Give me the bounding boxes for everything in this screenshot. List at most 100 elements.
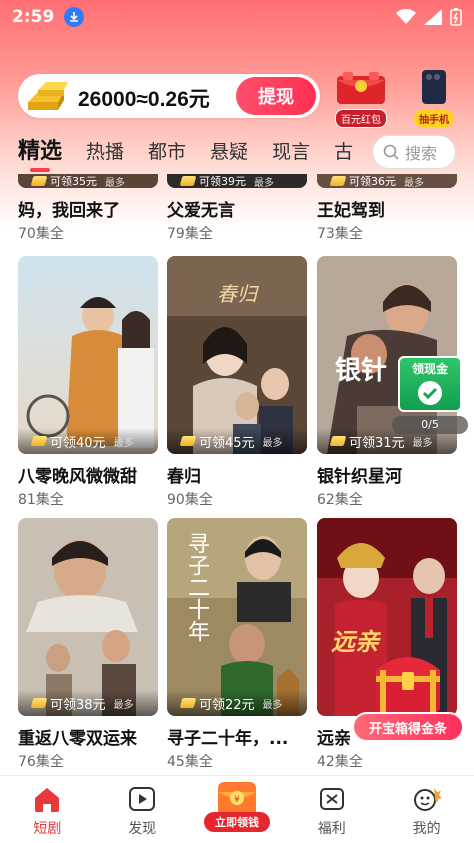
nav-profile[interactable]: 我的: [379, 776, 474, 843]
search-icon: [383, 144, 399, 160]
drama-title: 王妃驾到: [317, 201, 385, 221]
drama-episodes: 90集全: [167, 492, 213, 508]
profile-icon: [412, 784, 442, 814]
bottom-nav: 短剧 发现 ¥ 立即领钱 福利 我的: [0, 775, 474, 843]
drama-poster: 寻子二十年 可领22元 最多: [167, 518, 307, 716]
nav-profile-label: 我的: [412, 821, 441, 837]
drama-card[interactable]: 可领36元 最多 王妃驾到 73集全: [317, 174, 457, 243]
cash-reward-progress: 0/5: [392, 416, 468, 434]
red-envelope-icon: [337, 72, 385, 104]
cash-reward-widget[interactable]: 领现金 0/5: [392, 356, 468, 434]
treasure-chest-icon: [376, 657, 440, 712]
gold-coin-icon: [329, 176, 347, 186]
download-icon: [64, 7, 85, 27]
drama-reward: 可领36元: [349, 175, 396, 188]
gold-coin-icon: [30, 698, 48, 708]
poster-title-art: 寻子二十年: [184, 532, 209, 642]
drama-title: 妈，我回来了: [18, 201, 120, 221]
nav-discover-label: 发现: [128, 821, 157, 837]
wifi-icon: [396, 9, 416, 24]
drama-title: 银针织星河: [317, 467, 402, 487]
drama-reward: 可领40元: [50, 435, 106, 451]
drama-reward: 可领22元: [199, 697, 255, 713]
drama-card[interactable]: 可领39元 最多 父爱无言 79集全: [167, 174, 307, 243]
home-icon: [32, 784, 62, 814]
drama-title: 八零晚风微微甜: [18, 467, 137, 487]
drama-poster: 可领35元 最多: [18, 174, 158, 188]
nav-claim-cash-label: 立即领钱: [203, 812, 270, 832]
drama-poster: 可领40元 最多: [18, 256, 158, 454]
nav-discover[interactable]: 发现: [95, 776, 190, 843]
withdraw-button[interactable]: 提现: [236, 77, 316, 115]
poster-title-art: 银针: [335, 356, 388, 386]
drama-card[interactable]: 可领35元 最多 妈，我回来了 70集全: [18, 174, 158, 243]
drama-episodes: 70集全: [18, 226, 64, 242]
nav-welfare-label: 福利: [317, 821, 346, 837]
red-envelope-label: 百元红包: [335, 109, 387, 128]
drama-title: 寻子二十年，...: [167, 729, 289, 749]
nav-claim-cash[interactable]: ¥ 立即领钱: [190, 776, 285, 843]
search-input[interactable]: 搜索: [372, 135, 456, 169]
poster-image: [18, 256, 158, 454]
nav-welfare[interactable]: 福利: [284, 776, 379, 843]
gold-coin-icon: [30, 436, 48, 446]
drama-episodes: 73集全: [317, 226, 363, 242]
gold-balance-amount: 26000≈0.26元: [78, 88, 210, 111]
tab-featured[interactable]: 精选: [18, 134, 62, 172]
gold-coin-icon: [179, 176, 197, 186]
tab-suspense[interactable]: 悬疑: [210, 134, 248, 170]
tab-hot[interactable]: 热播: [86, 134, 124, 170]
tab-urban[interactable]: 都市: [148, 134, 186, 170]
drama-reward: 可领31元: [349, 435, 405, 451]
gold-coin-icon: [329, 436, 347, 446]
drama-episodes: 42集全: [317, 754, 363, 770]
poster-image: [18, 518, 158, 716]
drama-poster: 可领39元 最多: [167, 174, 307, 188]
signal-icon: [424, 9, 442, 25]
drama-poster: 春归 可领45元 最多: [167, 256, 307, 454]
gold-coin-icon: [179, 698, 197, 708]
drama-title: 父爱无言: [167, 201, 235, 221]
cash-reward-card[interactable]: 领现金: [398, 356, 462, 412]
drama-card[interactable]: 可领40元 最多 八零晚风微微甜 81集全: [18, 256, 158, 509]
search-placeholder: 搜索: [405, 144, 438, 163]
battery-icon: [450, 8, 462, 26]
status-time: 2:59: [12, 7, 55, 27]
drama-episodes: 62集全: [317, 492, 363, 508]
gold-bar-icon: [28, 82, 68, 110]
status-bar: 2:59: [0, 0, 474, 34]
drama-episodes: 45集全: [167, 754, 213, 770]
gold-coin-icon: [30, 176, 48, 186]
nav-shorts[interactable]: 短剧: [0, 776, 95, 843]
checkmark-icon: [418, 381, 442, 405]
tab-modern-romance[interactable]: 现言: [272, 134, 310, 170]
drama-title: 春归: [167, 467, 201, 487]
drama-card[interactable]: 寻子二十年 可领22元 最多 寻子二十年，... 45集全: [167, 518, 307, 771]
phone-lottery-label: 抽手机: [414, 110, 454, 127]
cash-envelope-icon: ¥ 立即领钱: [203, 780, 270, 832]
drama-poster: 可领38元 最多: [18, 518, 158, 716]
drama-reward: 可领38元: [50, 697, 106, 713]
drama-reward: 可领39元: [199, 175, 246, 188]
red-envelope-promo[interactable]: 百元红包: [330, 70, 392, 128]
open-chest-button[interactable]: 开宝箱得金条: [352, 712, 464, 742]
drama-episodes: 76集全: [18, 754, 64, 770]
phone-prize-icon: [422, 70, 446, 104]
drama-reward: 可领45元: [199, 435, 255, 451]
gold-balance-bar[interactable]: 26000≈0.26元 提现: [18, 74, 320, 118]
drama-episodes: 79集全: [167, 226, 213, 242]
play-icon: [127, 784, 157, 814]
drama-title: 重返八零双运来: [18, 729, 137, 749]
gift-icon: [317, 784, 347, 814]
phone-lottery-promo[interactable]: 抽手机: [404, 70, 464, 127]
drama-poster: 可领36元 最多: [317, 174, 457, 188]
drama-reward: 可领35元: [50, 175, 97, 188]
cash-reward-label: 领现金: [411, 362, 448, 376]
drama-card[interactable]: 可领38元 最多 重返八零双运来 76集全: [18, 518, 158, 771]
drama-episodes: 81集全: [18, 492, 64, 508]
svg-text:¥: ¥: [234, 795, 240, 805]
tab-ancient[interactable]: 古: [334, 134, 353, 170]
drama-card[interactable]: 春归 可领45元 最多 春归 90集全: [167, 256, 307, 509]
gold-coin-icon: [179, 436, 197, 446]
nav-shorts-label: 短剧: [33, 821, 62, 837]
